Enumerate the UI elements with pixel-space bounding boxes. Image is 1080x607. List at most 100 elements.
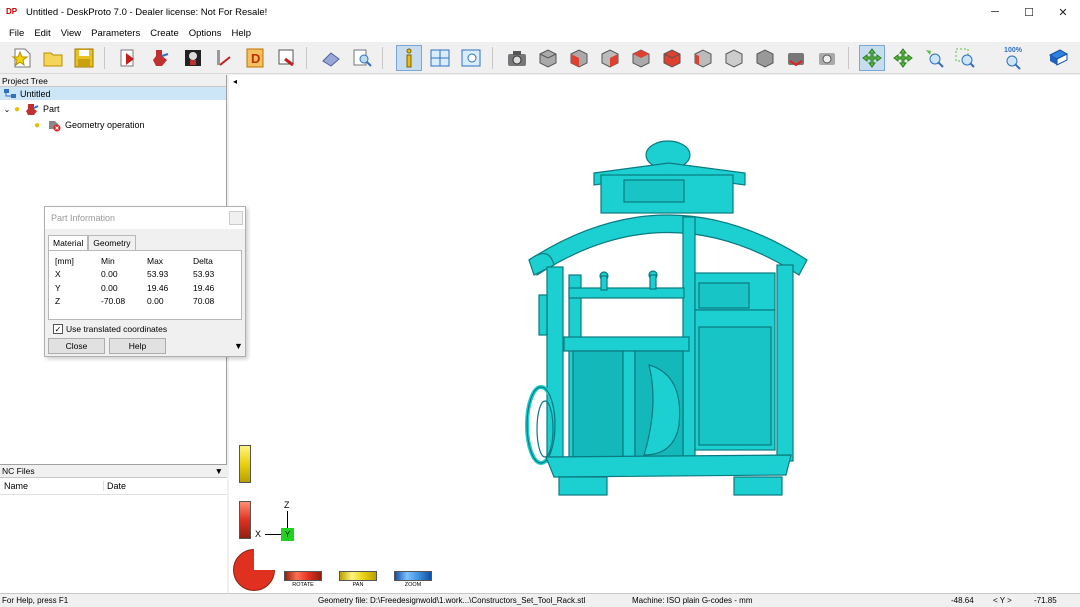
- minimize-button[interactable]: ─: [978, 0, 1012, 24]
- app-icon: DP: [6, 7, 18, 16]
- save-disk-button[interactable]: [71, 45, 97, 71]
- add-part-button[interactable]: [148, 45, 174, 71]
- status-bar: For Help, press F1 Geometry file: D:\Fre…: [0, 593, 1080, 607]
- dialog-close-icon[interactable]: [229, 211, 243, 225]
- zoom-100-button[interactable]: 100%: [1000, 45, 1026, 71]
- pan-label: PAN: [352, 582, 364, 588]
- table-cell: 70.08: [193, 296, 215, 307]
- rotate-dial-cutout: [254, 549, 275, 570]
- eraser-button[interactable]: [318, 45, 344, 71]
- view-front-button[interactable]: [566, 45, 592, 71]
- status-coord-axis: < Y >: [993, 596, 1012, 605]
- zoom-mode-button[interactable]: [921, 45, 947, 71]
- col-unit: [mm]: [55, 255, 74, 266]
- axis-z-line: [287, 511, 288, 529]
- part-information-dialog: Part Information Material Geometry [mm] …: [44, 206, 246, 357]
- lightbulb-icon[interactable]: ●: [34, 120, 46, 131]
- tab-material[interactable]: Material: [48, 235, 89, 250]
- menu-view[interactable]: View: [56, 28, 86, 39]
- 3d-viewport[interactable]: ◂ Z X Y ROTATE PAN ZOOM: [229, 75, 1080, 593]
- translated-coords-row[interactable]: ✓ Use translated coordinates: [53, 324, 245, 334]
- menu-parameters[interactable]: Parameters: [86, 28, 145, 39]
- menu-file[interactable]: File: [4, 28, 29, 39]
- table-cell: -70.08: [101, 296, 126, 307]
- menu-options[interactable]: Options: [184, 28, 227, 39]
- inspect-button[interactable]: [349, 45, 375, 71]
- lightbulb-icon[interactable]: ●: [14, 104, 24, 115]
- rotate-slider[interactable]: [239, 501, 251, 539]
- dxf-button[interactable]: D: [242, 45, 268, 71]
- info-row-x: X 0.00 53.93 53.93: [55, 268, 235, 282]
- info-header-row: [mm] Min Max Delta: [55, 254, 235, 268]
- preview-button[interactable]: [458, 45, 484, 71]
- dialog-close-button[interactable]: Close: [48, 338, 105, 354]
- menu-create[interactable]: Create: [145, 28, 184, 39]
- new-project-button[interactable]: [9, 45, 35, 71]
- open-folder-button[interactable]: [40, 45, 66, 71]
- translated-coords-checkbox[interactable]: ✓: [53, 324, 63, 334]
- view-iso-button[interactable]: [535, 45, 561, 71]
- status-coord-y: -71.85: [1034, 596, 1057, 605]
- export-button[interactable]: [273, 45, 299, 71]
- camera-button[interactable]: [504, 45, 530, 71]
- dropdown-arrow-icon[interactable]: ▼: [215, 466, 223, 476]
- rotate-label: ROTATE: [292, 582, 314, 588]
- bitmap-button[interactable]: [180, 45, 206, 71]
- zoom-100-label: 100%: [1004, 46, 1022, 54]
- rotate-mode-button[interactable]: [859, 45, 885, 71]
- rotate-wheel[interactable]: [284, 571, 322, 581]
- view-back-button[interactable]: [659, 45, 685, 71]
- load-geometry-button[interactable]: [116, 45, 142, 71]
- tab-geometry[interactable]: Geometry: [88, 235, 136, 250]
- menu-bar: File Edit View Parameters Create Options…: [0, 24, 1080, 42]
- dialog-help-button[interactable]: Help: [109, 338, 166, 354]
- view-right-button[interactable]: [597, 45, 623, 71]
- axis-z-label: Z: [284, 500, 290, 510]
- close-button[interactable]: ✕: [1046, 0, 1080, 24]
- tree-root-untitled[interactable]: Untitled: [0, 87, 226, 101]
- menu-edit[interactable]: Edit: [29, 28, 55, 39]
- menu-help[interactable]: Help: [226, 28, 256, 39]
- pan-mode-button[interactable]: [890, 45, 916, 71]
- nc-col-name[interactable]: Name: [0, 481, 104, 491]
- table-cell: Y: [55, 282, 61, 293]
- axis-x-label: X: [255, 529, 262, 539]
- window-title: Untitled - DeskProto 7.0 - Dealer licens…: [26, 6, 268, 18]
- table-cell: 0.00: [101, 282, 118, 293]
- table-cell: Z: [55, 296, 61, 307]
- layout-button[interactable]: [427, 45, 453, 71]
- view-bottom-button[interactable]: [721, 45, 747, 71]
- rotate-view-button[interactable]: [783, 45, 809, 71]
- col-max: Max: [147, 255, 164, 266]
- vector-button[interactable]: [211, 45, 237, 71]
- table-cell: 53.93: [193, 269, 215, 280]
- title-bar: DP Untitled - DeskProto 7.0 - Dealer lic…: [0, 0, 1080, 24]
- view-top-button[interactable]: [628, 45, 654, 71]
- zoom-slider[interactable]: [239, 445, 251, 483]
- status-coord-x: -48.64: [951, 596, 974, 605]
- project-tree-header: Project Tree: [0, 75, 226, 87]
- maximize-button[interactable]: ☐: [1012, 0, 1046, 24]
- tree-operation-label: Geometry operation: [65, 120, 145, 130]
- svg-text:D: D: [251, 51, 260, 66]
- help-book-button[interactable]: [1045, 45, 1071, 71]
- operation-error-icon: [49, 121, 61, 132]
- info-button[interactable]: [396, 45, 422, 71]
- pan-wheel[interactable]: [339, 571, 377, 581]
- chevron-down-icon[interactable]: ⌄: [0, 105, 14, 114]
- nc-files-header: NC Files: [2, 466, 35, 476]
- status-machine: Machine: ISO plain G-codes - mm: [632, 596, 753, 605]
- col-min: Min: [101, 255, 115, 266]
- tool-rack-model: [525, 140, 808, 496]
- view-left-button[interactable]: [690, 45, 716, 71]
- expand-arrow-icon[interactable]: ▼: [234, 341, 243, 351]
- view-cube-button[interactable]: [752, 45, 778, 71]
- zoom-wheel[interactable]: [394, 571, 432, 581]
- nc-col-date[interactable]: Date: [104, 481, 126, 491]
- zoom-window-button[interactable]: [952, 45, 978, 71]
- reset-view-button[interactable]: [814, 45, 840, 71]
- tree-item-part[interactable]: ⌄ ● Part: [0, 101, 226, 117]
- tree-item-geometry-operation[interactable]: ● Geometry operation: [0, 117, 226, 133]
- project-icon: [4, 88, 16, 98]
- table-cell: 53.93: [147, 269, 169, 280]
